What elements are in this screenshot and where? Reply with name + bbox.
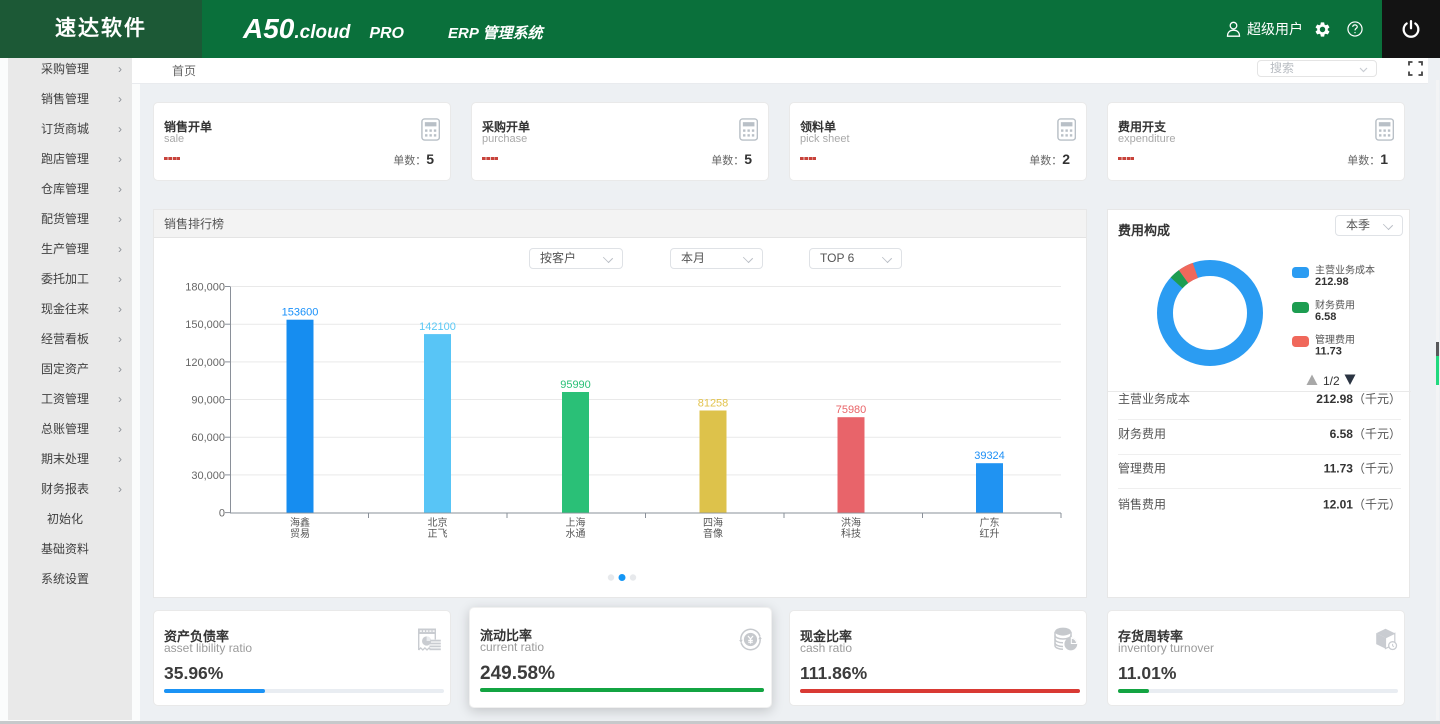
svg-text:洪海: 洪海	[841, 516, 861, 529]
svg-text:水通: 水通	[566, 528, 586, 540]
svg-text:主营业务成本: 主营业务成本	[1118, 391, 1190, 406]
svg-text:管理费用: 管理费用	[1118, 461, 1166, 476]
svg-text:1/2: 1/2	[1323, 374, 1340, 388]
svg-text:75980: 75980	[836, 404, 867, 416]
svg-text:180,000: 180,000	[185, 282, 225, 294]
svg-text:120,000: 120,000	[185, 357, 225, 369]
svg-text:正飞: 正飞	[428, 529, 448, 540]
svg-text:142100: 142100	[419, 321, 456, 333]
svg-text:管理费用: 管理费用	[1315, 333, 1355, 346]
svg-text:广东: 广东	[980, 516, 1000, 529]
svg-text:0: 0	[219, 508, 225, 520]
svg-text:11.73（千元）: 11.73（千元）	[1324, 462, 1401, 476]
svg-text:11.73: 11.73	[1315, 346, 1342, 358]
svg-text:销售费用: 销售费用	[1118, 497, 1166, 512]
svg-text:海鑫: 海鑫	[290, 516, 310, 529]
svg-text:贸易: 贸易	[290, 528, 310, 540]
svg-text:财务费用: 财务费用	[1315, 299, 1355, 312]
svg-text:四海: 四海	[703, 516, 723, 529]
svg-text:153600: 153600	[282, 307, 319, 319]
svg-text:红升: 红升	[980, 527, 1000, 540]
svg-text:音像: 音像	[703, 527, 723, 540]
svg-text:上海: 上海	[566, 516, 586, 529]
svg-text:6.58（千元）: 6.58（千元）	[1330, 427, 1401, 441]
svg-text:主营业务成本: 主营业务成本	[1315, 264, 1375, 277]
svg-text:科技: 科技	[841, 527, 861, 540]
svg-text:6.58: 6.58	[1315, 311, 1336, 323]
svg-text:30,000: 30,000	[191, 470, 225, 482]
svg-text:150,000: 150,000	[185, 319, 225, 331]
svg-text:12.01（千元）: 12.01（千元）	[1323, 498, 1401, 512]
svg-text:212.98（千元）: 212.98（千元）	[1316, 392, 1401, 406]
svg-text:财务费用: 财务费用	[1118, 426, 1166, 441]
svg-text:北京: 北京	[428, 516, 448, 529]
svg-text:60,000: 60,000	[191, 432, 225, 444]
svg-text:90,000: 90,000	[191, 395, 225, 407]
svg-text:39324: 39324	[974, 450, 1005, 462]
svg-text:95990: 95990	[560, 379, 591, 391]
svg-text:81258: 81258	[698, 397, 729, 409]
svg-text:212.98: 212.98	[1315, 276, 1349, 288]
